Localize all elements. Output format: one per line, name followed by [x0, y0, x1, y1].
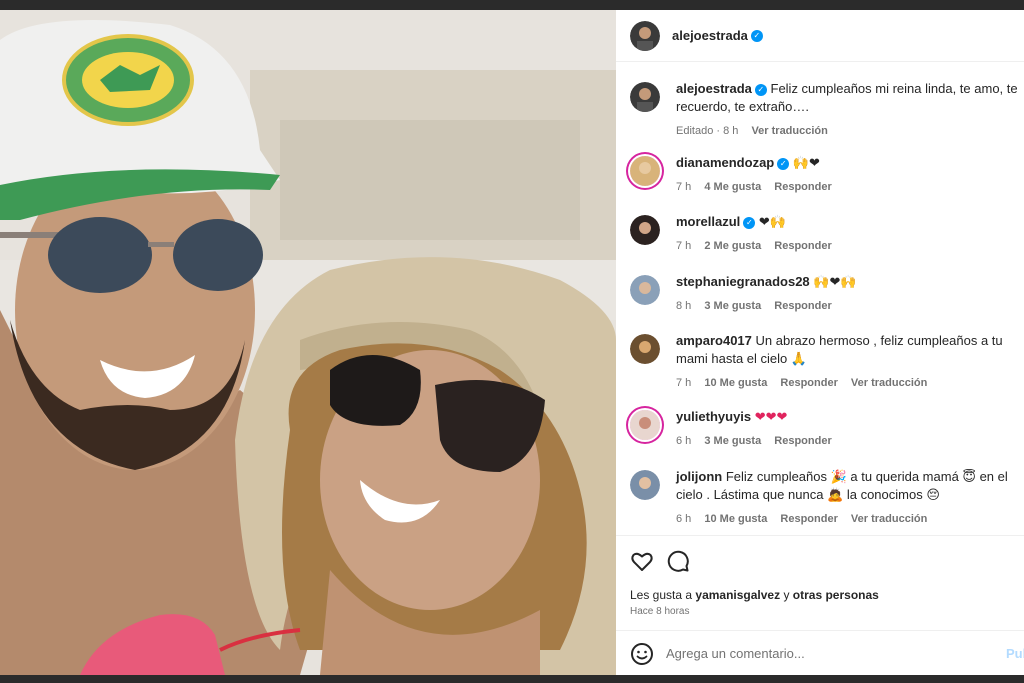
caption-avatar[interactable]	[630, 82, 660, 112]
comment-text: 🙌❤	[792, 155, 820, 170]
comment-text: ❤🙌	[758, 214, 787, 229]
comment-input[interactable]: Agrega un comentario...	[666, 646, 805, 661]
commenter-username[interactable]: yuliethyuyis	[676, 409, 751, 424]
reply-button[interactable]: Responder	[774, 240, 831, 252]
emoji-smile-icon[interactable]	[630, 642, 654, 666]
comment-likes[interactable]: 3 Me gusta	[704, 300, 761, 312]
commenter-username[interactable]: amparo4017	[676, 333, 752, 348]
comment-time: 6 h	[676, 435, 692, 447]
likes-prefix: Les gusta a	[630, 588, 693, 602]
comment-time: 6 h	[676, 513, 692, 525]
post-comment-button[interactable]: Publicar	[1006, 646, 1024, 661]
comment-likes[interactable]: 10 Me gusta	[704, 377, 767, 389]
comment-time: 8 h	[676, 300, 692, 312]
comment-time: 7 h	[676, 240, 692, 252]
commenter-avatar[interactable]	[630, 410, 660, 440]
comment-likes[interactable]: 4 Me gusta	[704, 181, 761, 193]
commenter-username[interactable]: morellazul	[676, 214, 740, 229]
verified-badge-icon: ✓	[777, 158, 790, 170]
verified-badge-icon: ✓	[743, 217, 756, 229]
likes-user[interactable]: yamanisgalvez	[695, 588, 780, 602]
modal-backdrop-top	[0, 0, 1024, 10]
translate-link[interactable]: Ver traducción	[851, 513, 927, 525]
post-timestamp: Hace 8 horas	[630, 606, 690, 617]
verified-badge-icon: ✓	[754, 84, 767, 96]
comment-bubble-icon[interactable]	[666, 549, 690, 573]
author-avatar[interactable]	[630, 20, 660, 51]
commenter-avatar[interactable]	[630, 275, 660, 305]
commenter-avatar[interactable]	[630, 470, 660, 500]
author-username[interactable]: alejoestrada	[672, 28, 748, 43]
translate-link[interactable]: Ver traducción	[851, 377, 927, 389]
heart-outline-icon[interactable]	[630, 549, 654, 573]
commenter-username[interactable]: jolijonn	[676, 469, 722, 484]
reply-button[interactable]: Responder	[774, 181, 831, 193]
add-comment-bar: Agrega un comentario... Publicar	[616, 630, 1024, 675]
comments-list: alejoestrada ✓ Feliz cumpleaños mi reina …	[616, 70, 1024, 535]
comment-text: ❤❤❤	[754, 409, 788, 424]
commenter-username[interactable]: stephaniegranados28	[676, 274, 810, 289]
comment-likes[interactable]: 3 Me gusta	[704, 435, 761, 447]
commenter-avatar[interactable]	[630, 215, 660, 245]
modal-backdrop-bottom	[0, 675, 1024, 683]
commenter-avatar[interactable]	[630, 334, 660, 364]
commenter-avatar[interactable]	[630, 156, 660, 186]
comment-likes[interactable]: 2 Me gusta	[704, 240, 761, 252]
verified-badge-icon: ✓	[750, 29, 763, 42]
caption-translate-link[interactable]: Ver traducción	[751, 125, 827, 137]
commenter-username[interactable]: dianamendozap	[676, 155, 774, 170]
reply-button[interactable]: Responder	[780, 377, 837, 389]
comment-text: Feliz cumpleaños 🎉 a tu querida mamá 😇 e…	[676, 469, 1008, 502]
likes-others-link[interactable]: otras personas	[793, 588, 879, 602]
reply-button[interactable]: Responder	[774, 435, 831, 447]
reply-button[interactable]: Responder	[780, 513, 837, 525]
post-header: alejoestrada ✓	[616, 10, 1024, 62]
post-actions: Les gusta a yamanisgalvez y otras person…	[616, 535, 1024, 630]
reply-button[interactable]: Responder	[774, 300, 831, 312]
photo-illustration	[0, 10, 616, 675]
likes-summary: Les gusta a yamanisgalvez y otras person…	[630, 588, 879, 602]
post-side-panel: alejoestrada ✓ alejoestrada ✓ Feliz cumpl…	[616, 10, 1024, 675]
comment-likes[interactable]: 10 Me gusta	[704, 513, 767, 525]
caption-edited: Editado · 8 h	[676, 125, 739, 137]
caption-username[interactable]: alejoestrada	[676, 81, 752, 96]
likes-joiner: y	[783, 588, 790, 602]
comment-text: 🙌❤🙌	[813, 274, 857, 289]
comment-time: 7 h	[676, 181, 692, 193]
comment-time: 7 h	[676, 377, 692, 389]
post-photo[interactable]	[0, 10, 616, 675]
